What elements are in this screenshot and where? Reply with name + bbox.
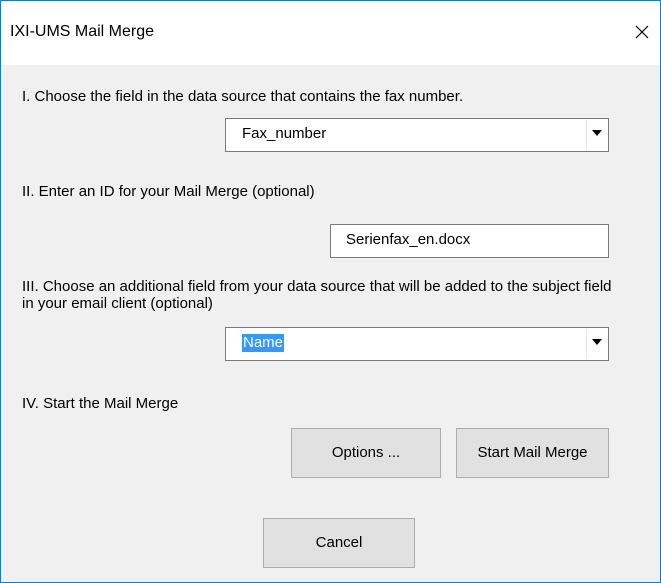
window-title: IXI-UMS Mail Merge xyxy=(10,23,155,40)
fax-number-field-dropdown[interactable]: Fax_number xyxy=(225,118,609,152)
subject-field-value: Name xyxy=(242,334,285,352)
subject-dropdown-arrow[interactable] xyxy=(586,329,607,359)
fax-dropdown-arrow[interactable] xyxy=(586,120,607,150)
start-mail-merge-button[interactable]: Start Mail Merge xyxy=(456,428,609,478)
chevron-down-icon xyxy=(592,130,602,136)
mail-merge-dialog: IXI-UMS Mail Merge I. Choose the field i… xyxy=(0,0,661,583)
cancel-button-label: Cancel xyxy=(315,534,363,551)
cancel-button[interactable]: Cancel xyxy=(263,518,415,568)
mail-merge-id-value: Serienfax_en.docx xyxy=(346,231,471,248)
close-button[interactable] xyxy=(624,15,660,49)
close-icon xyxy=(635,25,649,39)
title-bar: IXI-UMS Mail Merge xyxy=(1,1,660,65)
mail-merge-id-input[interactable]: Serienfax_en.docx xyxy=(330,224,609,258)
step4-label: IV. Start the Mail Merge xyxy=(22,395,179,412)
step2-label: II. Enter an ID for your Mail Merge (opt… xyxy=(22,183,315,200)
subject-field-dropdown[interactable]: Name xyxy=(225,327,609,361)
chevron-down-icon xyxy=(592,339,602,345)
step1-label: I. Choose the field in the data source t… xyxy=(22,88,464,105)
fax-number-field-value: Fax_number xyxy=(242,125,327,142)
options-button-label: Options ... xyxy=(331,444,401,461)
step3-label: III. Choose an additional field from you… xyxy=(22,278,612,312)
start-mail-merge-label: Start Mail Merge xyxy=(477,444,588,461)
options-button[interactable]: Options ... xyxy=(291,428,441,478)
